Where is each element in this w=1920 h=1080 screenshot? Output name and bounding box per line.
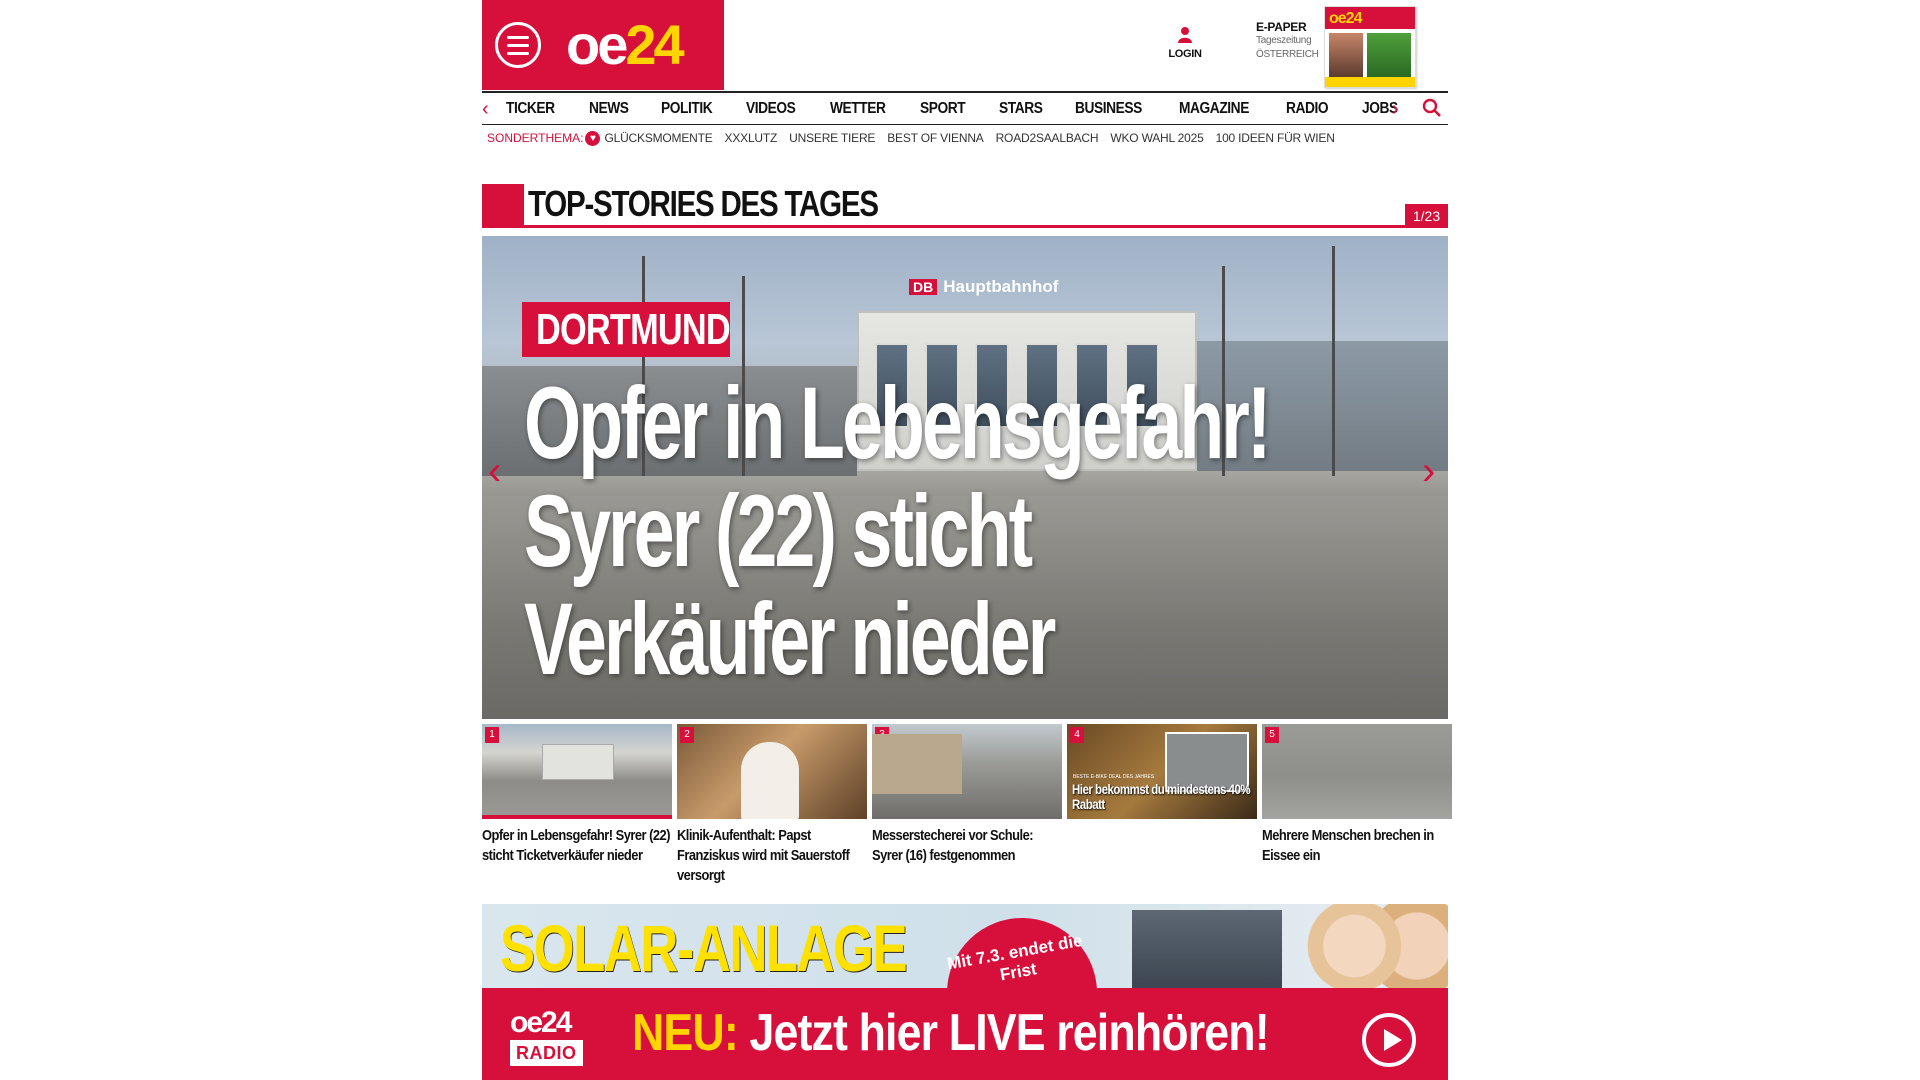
solar-ad-banner[interactable]: SOLAR-ANLAGE Mit 7.3. endet die Frist xyxy=(482,904,1448,988)
nav-item-stars[interactable]: STARS xyxy=(999,100,1043,118)
story-card[interactable]: 5 Mehrere Menschen brechen in Eissee ein xyxy=(1262,724,1452,889)
slide-counter: 1/23 xyxy=(1405,204,1448,228)
nav-scroll-right-icon[interactable]: › xyxy=(1392,98,1399,121)
play-icon[interactable] xyxy=(1362,1013,1416,1067)
subnav-item[interactable]: 100 IDEEN FÜR WIEN xyxy=(1216,131,1335,145)
story-number-badge: 3 xyxy=(875,727,889,743)
nav-item-magazine[interactable]: MAGAZINE xyxy=(1179,100,1249,118)
subnav-item[interactable]: BEST OF VIENNA xyxy=(887,131,984,145)
story-caption[interactable]: Opfer in Lebensgefahr! Syrer (22) sticht… xyxy=(482,826,671,866)
login-label: LOGIN xyxy=(1168,48,1202,60)
epaper-subtitle: Tageszeitung xyxy=(1256,35,1312,46)
hero-headline[interactable]: Opfer in Lebensgefahr! Syrer (22) sticht… xyxy=(524,369,1316,693)
epaper-title: E-PAPER xyxy=(1256,20,1307,34)
story-number-badge: 4 xyxy=(1070,727,1084,743)
story-number-badge: 2 xyxy=(680,727,694,743)
nav-item-wetter[interactable]: WETTER xyxy=(830,100,886,118)
ad-deadline-badge: Mit 7.3. endet die Frist xyxy=(935,906,1109,988)
page: oe24 LOGIN E-PAPER Tageszeitung ÖSTERREI… xyxy=(482,0,1452,1080)
heart-icon: ♥ xyxy=(585,130,601,146)
epaper-cover-title: oe24 xyxy=(1329,10,1362,27)
hero-story[interactable]: DB Hauptbahnhof DORTMUND Opfer in Lebensg… xyxy=(482,236,1448,719)
story-number-badge: 5 xyxy=(1265,727,1279,743)
section-title: TOP-STORIES DES TAGES xyxy=(528,183,879,224)
subnav-item[interactable]: ROAD2SAALBACH xyxy=(996,131,1099,145)
section-divider xyxy=(524,225,1448,228)
nav-item-politik[interactable]: POLITIK xyxy=(661,100,713,118)
story-thumbnail-image: 3 xyxy=(872,724,1062,819)
story-card[interactable]: 2 Klinik-Aufenthalt: Papst Franziskus wi… xyxy=(677,724,867,889)
nav-item-ticker[interactable]: TICKER xyxy=(506,100,555,118)
story-thumbnails: 1 Opfer in Lebensgefahr! Syrer (22) stic… xyxy=(482,724,1452,889)
story-caption[interactable]: Messerstecherei vor Schule: Syrer (16) f… xyxy=(872,826,1061,866)
story-card[interactable]: 3 Messerstecherei vor Schule: Syrer (16)… xyxy=(872,724,1062,889)
radio-logo-bottom: RADIO xyxy=(510,1040,583,1066)
radio-logo-top: oe24 xyxy=(510,1006,572,1039)
nav-item-sport[interactable]: SPORT xyxy=(920,100,966,118)
main-nav: ‹ TICKER NEWS POLITIK VIDEOS WETTER SPORT STAR… xyxy=(482,91,1448,125)
nav-scroll-left-icon[interactable]: ‹ xyxy=(482,98,489,121)
search-icon[interactable] xyxy=(1422,98,1442,118)
nav-item-videos[interactable]: VIDEOS xyxy=(746,100,796,118)
story-number-badge: 1 xyxy=(485,727,499,743)
logo-box[interactable]: oe24 xyxy=(482,0,724,90)
promo-text: Hier bekommst du mindestens 40% Rabatt xyxy=(1072,781,1251,812)
story-thumbnail-image: 4 BESTE E-BIKE DEAL DES JAHRES Hier beko… xyxy=(1067,724,1257,819)
user-icon xyxy=(1178,27,1192,43)
nav-item-news[interactable]: NEWS xyxy=(589,100,629,118)
promo-kicker: BESTE E-BIKE DEAL DES JAHRES xyxy=(1073,774,1155,780)
login-button[interactable]: LOGIN xyxy=(1164,26,1206,60)
ad-people-image xyxy=(1292,904,1448,988)
story-thumbnail-image: 5 xyxy=(1262,724,1452,819)
site-logo[interactable]: oe24 xyxy=(566,12,685,78)
story-thumbnail-image: 1 xyxy=(482,724,672,819)
subnav-item[interactable]: WKO WAHL 2025 xyxy=(1110,131,1203,145)
radio-logo: oe24 RADIO xyxy=(510,1008,602,1068)
story-caption[interactable]: Klinik-Aufenthalt: Papst Franziskus wird… xyxy=(677,826,866,886)
story-caption[interactable]: Mehrere Menschen brechen in Eissee ein xyxy=(1262,826,1451,866)
epaper-link[interactable]: E-PAPER Tageszeitung ÖSTERREICH xyxy=(1256,20,1319,62)
hero-category-tag: DORTMUND xyxy=(522,302,731,357)
hero-image-pole xyxy=(1332,246,1335,476)
nav-item-business[interactable]: BUSINESS xyxy=(1075,100,1142,118)
hero-next-icon[interactable]: › xyxy=(1422,451,1435,491)
radio-live-banner[interactable]: oe24 RADIO NEU: Jetzt hier LIVE reinhöre… xyxy=(482,988,1448,1080)
epaper-cover-image[interactable]: oe24 xyxy=(1324,6,1416,88)
story-card[interactable]: 4 BESTE E-BIKE DEAL DES JAHRES Hier beko… xyxy=(1067,724,1257,889)
nav-item-radio[interactable]: RADIO xyxy=(1286,100,1329,118)
menu-icon[interactable] xyxy=(495,22,541,68)
ad-house-image xyxy=(1132,910,1282,988)
epaper-country: ÖSTERREICH xyxy=(1256,49,1319,60)
section-marker xyxy=(482,184,524,228)
subnav-label: SONDERTHEMA: xyxy=(487,131,584,145)
subnav-item[interactable]: UNSERE TIERE xyxy=(789,131,875,145)
story-thumbnail-image: 2 xyxy=(677,724,867,819)
subnav-item[interactable]: GLÜCKSMOMENTE xyxy=(604,131,712,145)
subnav: SONDERTHEMA: ♥ GLÜCKSMOMENTE XXXLUTZ UNSER… xyxy=(487,129,1347,147)
ad-title: SOLAR-ANLAGE xyxy=(500,911,908,985)
station-sign: DB Hauptbahnhof xyxy=(909,277,1058,297)
section-header: TOP-STORIES DES TAGES 1/23 xyxy=(482,182,1448,228)
nav-list: TICKER NEWS POLITIK VIDEOS WETTER SPORT STARS B… xyxy=(506,93,1429,125)
story-card[interactable]: 1 Opfer in Lebensgefahr! Syrer (22) stic… xyxy=(482,724,672,889)
subnav-item[interactable]: XXXLUTZ xyxy=(725,131,778,145)
hero-prev-icon[interactable]: ‹ xyxy=(488,451,501,491)
radio-cta: NEU: Jetzt hier LIVE reinhören! xyxy=(632,1004,1270,1062)
